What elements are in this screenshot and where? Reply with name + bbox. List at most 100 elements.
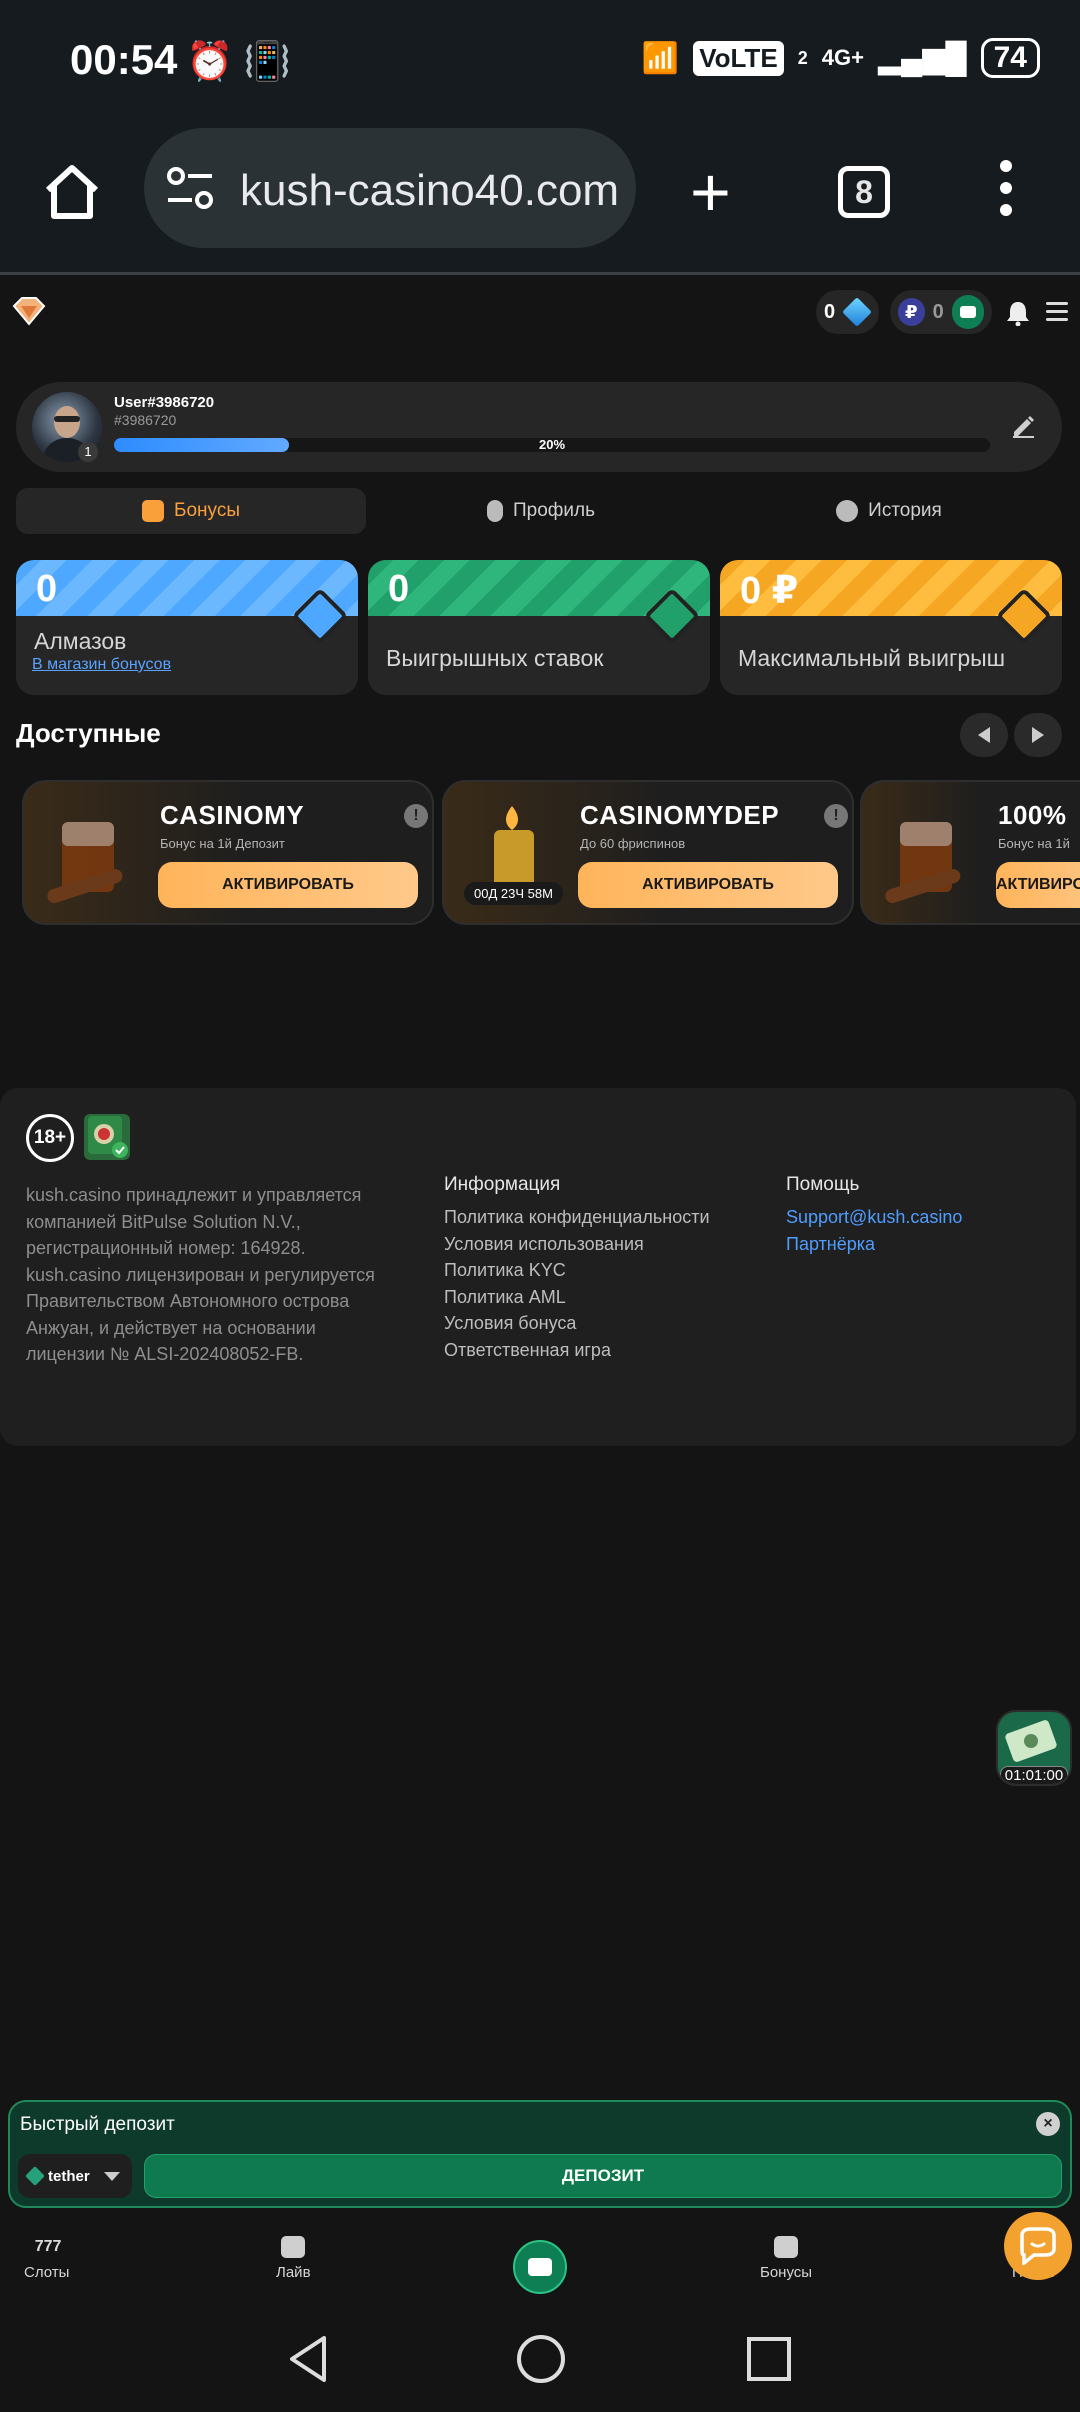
tab-switcher-button[interactable]: 8 bbox=[838, 166, 890, 218]
footer-info-column: Информация Политика конфиденциальности У… bbox=[444, 1174, 710, 1363]
site-settings-icon[interactable] bbox=[166, 166, 214, 210]
nav-bonuses-label: Бонусы bbox=[760, 2264, 813, 2281]
bonus-desc: До 60 фриспинов bbox=[580, 836, 686, 851]
slots-icon: 777 bbox=[34, 2238, 62, 2255]
user-id: #3986720 bbox=[114, 412, 177, 428]
diamonds-pill[interactable]: 0 bbox=[816, 290, 880, 334]
support-email-link[interactable]: Support@kush.casino bbox=[786, 1204, 962, 1231]
tab-history[interactable]: История bbox=[716, 488, 1062, 534]
recents-icon[interactable] bbox=[746, 2336, 792, 2382]
activate-button[interactable]: АКТИВИРОВАТЬ bbox=[996, 862, 1080, 908]
status-right: 📶 VoLTE 2 4G+ ▂▄▆█ 74 bbox=[642, 38, 1040, 78]
home-icon[interactable] bbox=[40, 160, 104, 224]
nav-bonuses[interactable]: Бонусы bbox=[760, 2236, 812, 2281]
quick-deposit-panel: Быстрый депозит × tether ДЕПОЗИТ bbox=[8, 2100, 1072, 2208]
clock-icon bbox=[836, 500, 859, 522]
clock: 00:54 bbox=[70, 36, 178, 83]
next-arrow-button[interactable] bbox=[1014, 713, 1062, 757]
nav-live[interactable]: Лайв bbox=[276, 2236, 311, 2281]
wallet-button[interactable] bbox=[513, 2240, 567, 2294]
partners-link[interactable]: Партнёрка bbox=[786, 1231, 962, 1258]
back-icon[interactable] bbox=[286, 2334, 330, 2384]
wifi-icon: 📶 bbox=[641, 41, 680, 75]
stat-wins: 0 Выигрышных ставок bbox=[368, 560, 710, 695]
currency-select[interactable]: tether bbox=[18, 2154, 132, 2198]
browser-menu-button[interactable] bbox=[1000, 160, 1016, 224]
gift-icon bbox=[142, 500, 164, 522]
info-icon[interactable]: ! bbox=[824, 804, 848, 828]
tab-bonuses[interactable]: Бонусы bbox=[16, 488, 366, 534]
nav-live-label: Лайв bbox=[276, 2264, 311, 2281]
edit-profile-icon[interactable] bbox=[1010, 412, 1036, 438]
bonus-card: 00Д 23Ч 58М CASINOMYDEP До 60 фриспинов … bbox=[442, 780, 854, 925]
footer-help-column: Помощь Support@kush.casino Партнёрка bbox=[786, 1174, 962, 1257]
footer-link-aml[interactable]: Политика AML bbox=[444, 1284, 710, 1311]
footer-link-privacy[interactable]: Политика конфиденциальности bbox=[444, 1204, 710, 1231]
stat-label: Максимальный выигрыш bbox=[738, 645, 1006, 671]
tether-icon bbox=[25, 2166, 45, 2186]
tab-profile[interactable]: Профиль bbox=[366, 488, 716, 534]
age-restriction-badge: 18+ bbox=[26, 1114, 74, 1162]
footer-link-terms[interactable]: Условия использования bbox=[444, 1231, 710, 1258]
ruble-icon: ₽ bbox=[898, 298, 925, 326]
hamburger-menu-icon[interactable] bbox=[1046, 302, 1068, 326]
footer-link-kyc[interactable]: Политика KYC bbox=[444, 1257, 710, 1284]
bell-icon[interactable] bbox=[1006, 300, 1030, 326]
footer-link-responsible-gaming[interactable]: Ответственная игра bbox=[444, 1337, 710, 1364]
alarm-icon: ⏰ 📳 bbox=[186, 41, 292, 83]
info-icon[interactable]: ! bbox=[404, 804, 428, 828]
gift-icon bbox=[774, 2236, 799, 2258]
license-seal-icon[interactable] bbox=[84, 1114, 130, 1160]
activate-button[interactable]: АКТИВИРОВАТЬ bbox=[158, 862, 418, 908]
quick-deposit-title: Быстрый депозит bbox=[20, 2114, 175, 2135]
android-nav-bar bbox=[0, 2304, 1080, 2412]
deposit-button[interactable]: ДЕПОЗИТ bbox=[144, 2154, 1062, 2198]
floating-promo-widget[interactable]: 01:01:00 bbox=[996, 1710, 1072, 1786]
stat-label: Выигрышных ставок bbox=[386, 645, 604, 671]
wallet-icon bbox=[528, 2258, 552, 2276]
money-icon bbox=[1005, 1720, 1057, 1762]
footer-link-bonus-terms[interactable]: Условия бонуса bbox=[444, 1310, 710, 1337]
close-icon[interactable]: × bbox=[1036, 2112, 1060, 2136]
network-type: 4G+ bbox=[821, 45, 864, 70]
address-bar[interactable]: kush-casino40.com bbox=[144, 128, 636, 248]
chat-support-button[interactable] bbox=[1004, 2212, 1072, 2280]
prev-arrow-button[interactable] bbox=[960, 713, 1008, 757]
url-text[interactable]: kush-casino40.com bbox=[240, 166, 625, 216]
currency-label: tether bbox=[48, 2167, 90, 2185]
username: User#3986720 bbox=[114, 394, 215, 411]
wallet-icon[interactable] bbox=[951, 295, 984, 329]
bonus-title: 100% bbox=[998, 800, 1067, 830]
whisky-glass-icon bbox=[885, 822, 961, 903]
stat-label: Алмазов bbox=[34, 628, 127, 654]
battery-indicator: 74 bbox=[980, 38, 1040, 78]
nav-slots[interactable]: 777 Слоты bbox=[24, 2236, 69, 2281]
stat-max-win: 0 ₽ Максимальный выигрыш bbox=[720, 560, 1062, 695]
profile-card: 1 User#3986720 #3986720 20% bbox=[16, 382, 1062, 472]
browser-toolbar: kush-casino40.com + 8 bbox=[0, 120, 1080, 275]
stat-value: 0 bbox=[36, 568, 58, 610]
bonus-desc: Бонус на 1й bbox=[998, 836, 1070, 851]
bonus-timer: 00Д 23Ч 58М bbox=[464, 882, 563, 905]
footer-help-title: Помощь bbox=[786, 1174, 860, 1195]
activate-button[interactable]: АКТИВИРОВАТЬ bbox=[578, 862, 838, 908]
whisky-glass-icon bbox=[47, 822, 123, 903]
stat-value: 0 bbox=[388, 568, 410, 610]
footer: 18+ kush.casino принадлежит и управляетс… bbox=[0, 1088, 1076, 1446]
bottom-nav: 777 Слоты Лайв Бонусы Поиск bbox=[0, 2222, 1080, 2304]
kush-logo-icon[interactable] bbox=[12, 296, 46, 326]
promo-timer: 01:01:00 bbox=[1000, 1766, 1068, 1784]
bonus-shop-link[interactable]: В магазин бонусов bbox=[32, 656, 171, 674]
stat-diamonds: 0 Алмазов В магазин бонусов bbox=[16, 560, 358, 695]
new-tab-button[interactable]: + bbox=[690, 157, 731, 227]
tab-profile-label: Профиль bbox=[512, 500, 596, 521]
available-title: Доступные bbox=[16, 718, 161, 748]
signal-icon: ▂▄▆█ bbox=[877, 41, 967, 75]
home-circle-icon[interactable] bbox=[516, 2334, 566, 2384]
profile-tabs: Бонусы Профиль История bbox=[16, 488, 1062, 534]
balance-pill[interactable]: ₽ 0 bbox=[890, 290, 992, 334]
bonus-card: CASINOMY Бонус на 1й Депозит ! АКТИВИРОВ… bbox=[22, 780, 434, 925]
level-progress-bar: 20% bbox=[114, 437, 990, 452]
legal-text: kush.casino принадлежит и управляется ко… bbox=[26, 1185, 375, 1364]
bonus-title: CASINOMY bbox=[160, 800, 305, 830]
